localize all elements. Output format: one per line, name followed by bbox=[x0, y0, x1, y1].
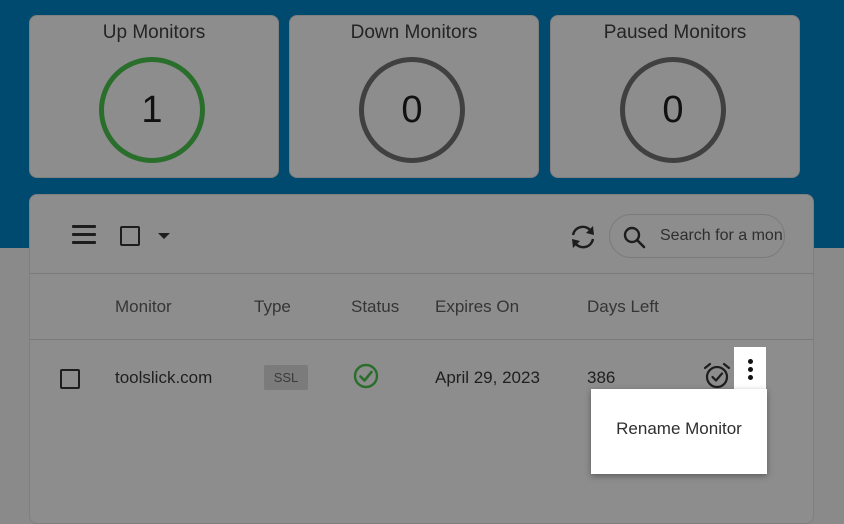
row-checkbox[interactable] bbox=[60, 369, 80, 389]
column-header-type[interactable]: Type bbox=[254, 297, 291, 317]
search-icon bbox=[623, 226, 646, 249]
up-monitors-title: Up Monitors bbox=[102, 22, 206, 43]
status-ok-icon bbox=[353, 363, 379, 389]
menu-icon[interactable] bbox=[72, 225, 96, 245]
refresh-icon[interactable] bbox=[568, 223, 598, 251]
down-monitors-count: 0 bbox=[359, 57, 465, 163]
search-input[interactable] bbox=[660, 215, 784, 257]
column-header-days-left[interactable]: Days Left bbox=[587, 297, 659, 317]
more-options-button[interactable] bbox=[734, 347, 766, 391]
type-badge: SSL bbox=[264, 365, 308, 390]
expires-on: April 29, 2023 bbox=[435, 368, 540, 387]
menu-item-rename-monitor[interactable]: Rename Monitor bbox=[591, 419, 767, 439]
monitor-name[interactable]: toolslick.com bbox=[115, 368, 212, 388]
days-left: 386 bbox=[587, 368, 616, 387]
paused-monitors-title: Paused Monitors bbox=[603, 22, 747, 43]
chevron-down-icon[interactable] bbox=[158, 233, 170, 239]
paused-monitors-count: 0 bbox=[620, 57, 726, 163]
column-header-status[interactable]: Status bbox=[351, 297, 399, 317]
kebab-dot-icon bbox=[748, 359, 753, 364]
column-header-monitor[interactable]: Monitor bbox=[115, 297, 172, 317]
list-toolbar bbox=[30, 195, 813, 274]
paused-monitors-card[interactable]: Paused Monitors 0 bbox=[550, 15, 800, 178]
up-monitors-count: 1 bbox=[99, 57, 205, 163]
select-all-checkbox[interactable] bbox=[120, 226, 140, 246]
up-monitors-card[interactable]: Up Monitors 1 bbox=[29, 15, 279, 178]
monitor-list-panel: Monitor Type Status Expires On Days Left… bbox=[29, 194, 814, 524]
search-box[interactable] bbox=[609, 214, 785, 258]
down-monitors-title: Down Monitors bbox=[350, 22, 478, 43]
down-monitors-card[interactable]: Down Monitors 0 bbox=[289, 15, 539, 178]
row-options-menu: Rename Monitor bbox=[591, 389, 767, 474]
kebab-dot-icon bbox=[748, 367, 753, 372]
kebab-dot-icon bbox=[748, 375, 753, 380]
column-header-expires-on[interactable]: Expires On bbox=[435, 297, 519, 317]
table-header: Monitor Type Status Expires On Days Left bbox=[30, 273, 813, 340]
alarm-clock-icon[interactable] bbox=[702, 361, 732, 391]
